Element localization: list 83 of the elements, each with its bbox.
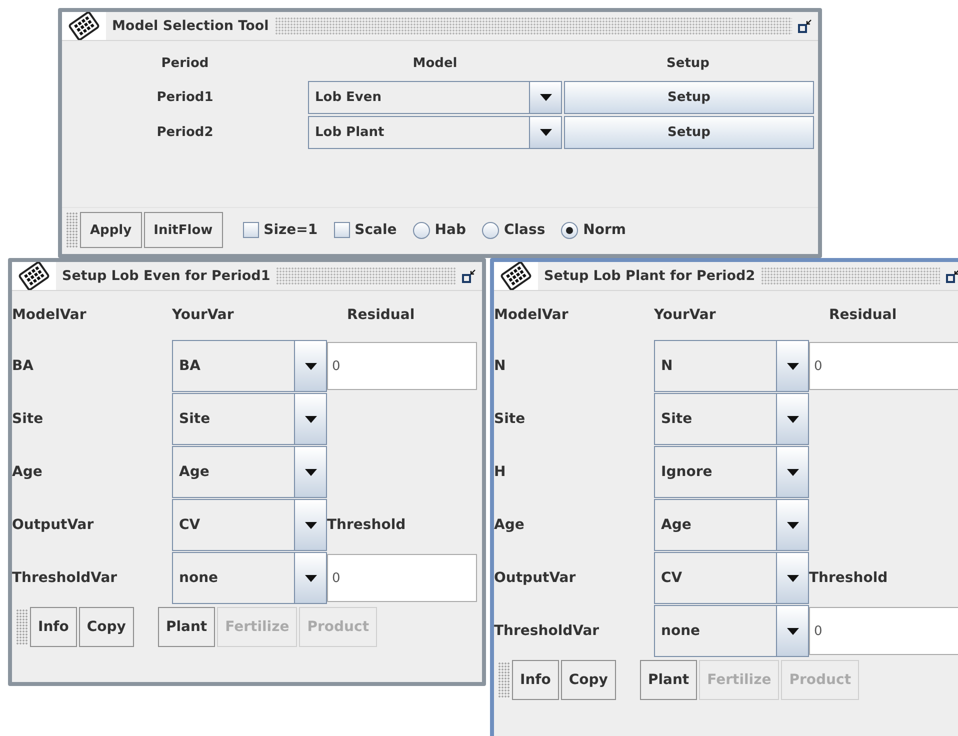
toolbar-button[interactable]: Plant <box>158 607 216 647</box>
dropdown-arrow-icon <box>540 94 552 101</box>
variable-dropdown[interactable]: CV <box>172 499 327 551</box>
threshold-label: Threshold <box>327 517 407 533</box>
period-label: Period1 <box>156 88 214 106</box>
toolbar-button[interactable]: Info <box>512 660 559 700</box>
toolbar-button[interactable]: InitFlow <box>144 212 223 248</box>
variable-dropdown[interactable]: N <box>654 340 809 392</box>
variable-label: ThresholdVar <box>12 570 118 586</box>
checkbox-option[interactable]: Scale <box>334 222 397 238</box>
setup-button[interactable]: Setup <box>564 81 814 114</box>
variable-label: Site <box>12 411 44 427</box>
column-header: YourVar <box>654 307 717 323</box>
column-header: Period <box>160 55 210 73</box>
variable-label: N <box>494 358 507 374</box>
variable-label: BA <box>12 358 35 374</box>
setup-button[interactable]: Setup <box>564 116 814 149</box>
radio-option[interactable]: Class <box>482 222 546 238</box>
checkbox-option[interactable]: Size=1 <box>242 222 318 238</box>
variable-label: OutputVar <box>494 570 577 586</box>
toolbar-grip <box>66 212 78 248</box>
column-header: Setup <box>666 55 710 73</box>
variable-dropdown[interactable]: Age <box>654 499 809 551</box>
dropdown-arrow-icon <box>786 574 798 582</box>
variable-label: ThresholdVar <box>494 623 600 639</box>
checkbox[interactable] <box>334 222 350 238</box>
toolbar-grip <box>16 609 28 645</box>
threshold-label: Threshold <box>809 570 889 586</box>
variable-label: H <box>494 464 507 480</box>
dropdown-arrow-icon <box>786 362 798 370</box>
column-header: YourVar <box>172 307 235 323</box>
restore-icon[interactable] <box>946 269 958 283</box>
dropdown-arrow-icon <box>786 468 798 476</box>
toolbar-grip <box>498 662 510 698</box>
variable-label: Site <box>494 411 526 427</box>
model-dropdown[interactable]: Lob Even <box>308 81 562 114</box>
column-header: Residual <box>828 307 898 323</box>
radio-button[interactable] <box>561 222 578 238</box>
model-dropdown[interactable]: Lob Plant <box>308 116 562 149</box>
residual-field[interactable]: 0 <box>327 554 477 602</box>
column-header: Model <box>412 55 458 73</box>
dropdown-arrow-icon <box>786 416 798 422</box>
dropdown-arrow-icon <box>786 628 798 634</box>
variable-dropdown[interactable]: CV <box>654 552 809 604</box>
variable-label: Age <box>494 517 526 533</box>
window-title: Model Selection Tool <box>112 18 269 34</box>
restore-icon[interactable] <box>798 19 812 33</box>
toolbar-button[interactable]: Apply <box>80 212 142 248</box>
checkbox[interactable] <box>242 222 259 238</box>
restore-icon[interactable] <box>462 269 476 283</box>
dropdown-arrow-icon <box>304 362 316 370</box>
dropdown-arrow-icon <box>304 416 316 422</box>
dropdown-arrow-icon <box>304 522 316 528</box>
column-header: Residual <box>346 307 416 323</box>
variable-label: Age <box>12 464 44 480</box>
radio-option[interactable]: Hab <box>412 222 466 238</box>
dropdown-arrow-icon <box>304 468 316 476</box>
toolbar-button[interactable]: Copy <box>78 607 134 647</box>
toolbar-button[interactable]: Info <box>30 607 77 647</box>
residual-field[interactable]: 0 <box>809 607 958 655</box>
period-label: Period2 <box>156 124 214 142</box>
window-title: Setup Lob Plant for Period2 <box>544 268 756 284</box>
variable-dropdown[interactable]: Ignore <box>654 446 809 498</box>
residual-field[interactable]: 0 <box>327 342 477 390</box>
radio-option[interactable]: Norm <box>561 222 626 238</box>
variable-dropdown[interactable]: Site <box>172 393 327 445</box>
variable-dropdown[interactable]: Age <box>172 446 327 498</box>
toolbar-button[interactable]: Plant <box>640 660 698 700</box>
residual-field[interactable]: 0 <box>809 342 958 390</box>
variable-dropdown[interactable]: BA <box>172 340 327 392</box>
column-header: ModelVar <box>12 307 88 323</box>
variable-dropdown[interactable]: none <box>172 552 327 604</box>
radio-button[interactable] <box>482 222 499 238</box>
dropdown-arrow-icon <box>304 574 316 582</box>
variable-dropdown[interactable]: Site <box>654 393 809 445</box>
variable-dropdown[interactable]: none <box>654 605 809 657</box>
column-header: ModelVar <box>494 307 570 323</box>
dropdown-arrow-icon <box>540 129 552 136</box>
window-title: Setup Lob Even for Period1 <box>62 268 270 284</box>
radio-button[interactable] <box>412 222 430 238</box>
variable-label: OutputVar <box>12 517 95 533</box>
dropdown-arrow-icon <box>786 522 798 528</box>
toolbar-button[interactable]: Copy <box>560 660 616 700</box>
